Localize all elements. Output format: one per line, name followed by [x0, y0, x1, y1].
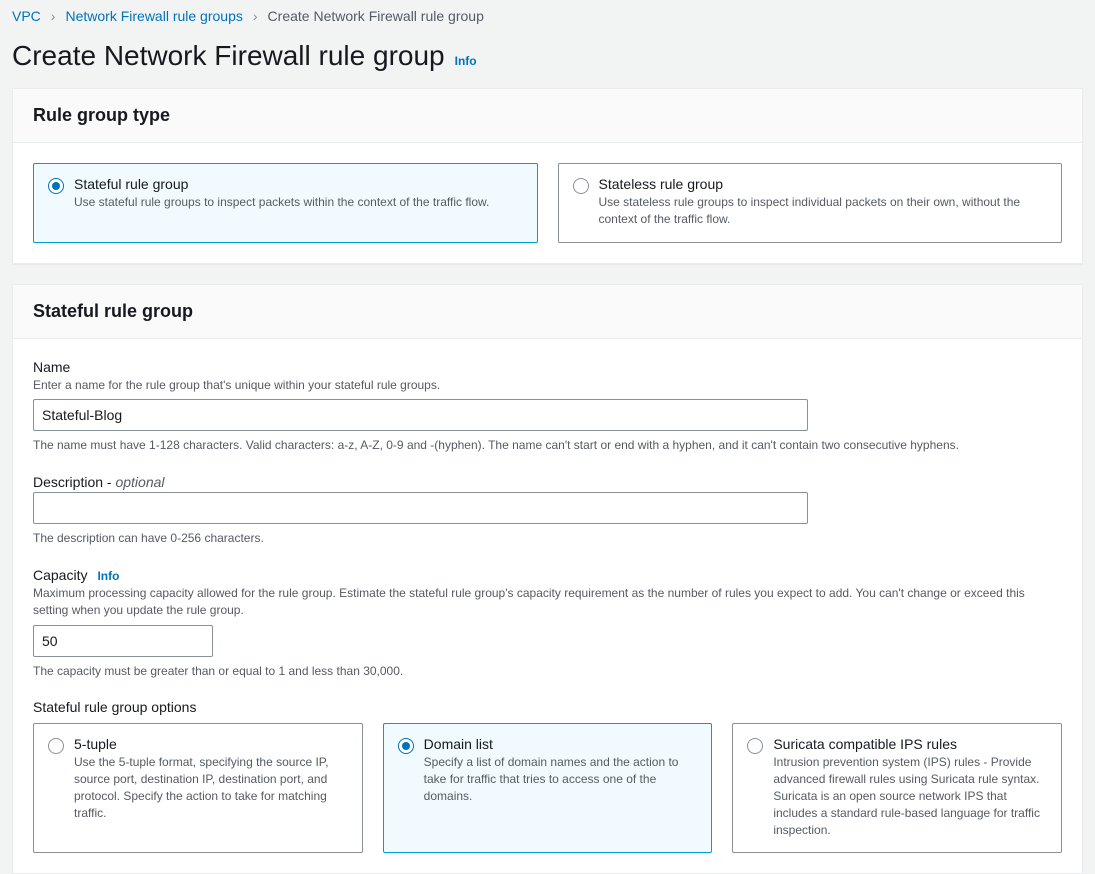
radio-stateful-rule-group[interactable]: Stateful rule group Use stateful rule gr…: [33, 163, 538, 243]
field-constraint: The description can have 0-256 character…: [33, 530, 1062, 547]
field-name: Name Enter a name for the rule group tha…: [33, 359, 1062, 455]
radio-title: Domain list: [424, 736, 698, 752]
field-label-text: Description -: [33, 474, 115, 490]
panel-stateful-rule-group: Stateful rule group Name Enter a name fo…: [12, 284, 1083, 874]
field-constraint: The name must have 1-128 characters. Val…: [33, 437, 1062, 454]
radio-title: Stateful rule group: [74, 176, 523, 192]
radio-description: Specify a list of domain names and the a…: [424, 754, 698, 804]
name-input[interactable]: [33, 399, 808, 431]
radio-description: Use stateful rule groups to inspect pack…: [74, 194, 523, 211]
radio-description: Use stateless rule groups to inspect ind…: [599, 194, 1048, 228]
field-label: Capacity: [33, 567, 87, 583]
radio-title: Stateless rule group: [599, 176, 1048, 192]
breadcrumb-rule-groups[interactable]: Network Firewall rule groups: [65, 8, 242, 24]
breadcrumb-current: Create Network Firewall rule group: [268, 8, 484, 24]
field-label: Description - optional: [33, 474, 1062, 490]
radio-stateless-rule-group[interactable]: Stateless rule group Use stateless rule …: [558, 163, 1063, 243]
breadcrumb: VPC › Network Firewall rule groups › Cre…: [12, 8, 1083, 24]
radio-icon: [573, 178, 589, 194]
radio-title: Suricata compatible IPS rules: [773, 736, 1047, 752]
radio-icon: [48, 178, 64, 194]
info-link-title[interactable]: Info: [455, 54, 477, 68]
radio-icon: [747, 738, 763, 754]
radio-suricata[interactable]: Suricata compatible IPS rules Intrusion …: [732, 723, 1062, 853]
panel-heading: Stateful rule group: [33, 301, 1062, 322]
field-help: Enter a name for the rule group that's u…: [33, 377, 1062, 394]
page-title: Create Network Firewall rule group Info: [12, 40, 1083, 72]
panel-rule-group-type: Rule group type Stateful rule group Use …: [12, 88, 1083, 264]
field-constraint: The capacity must be greater than or equ…: [33, 663, 1062, 680]
radio-icon: [48, 738, 64, 754]
capacity-input[interactable]: [33, 625, 213, 657]
stateful-options-tiles: 5-tuple Use the 5-tuple format, specifyi…: [33, 723, 1062, 853]
field-stateful-options: Stateful rule group options 5-tuple Use …: [33, 699, 1062, 853]
chevron-right-icon: ›: [51, 8, 56, 24]
radio-domain-list[interactable]: Domain list Specify a list of domain nam…: [383, 723, 713, 853]
page-title-text: Create Network Firewall rule group: [12, 40, 445, 72]
field-capacity: Capacity Info Maximum processing capacit…: [33, 567, 1062, 679]
panel-header: Stateful rule group: [13, 285, 1082, 339]
info-link-capacity[interactable]: Info: [97, 569, 119, 583]
radio-description: Intrusion prevention system (IPS) rules …: [773, 754, 1047, 838]
description-input[interactable]: [33, 492, 808, 524]
field-help: Maximum processing capacity allowed for …: [33, 585, 1062, 619]
radio-title: 5-tuple: [74, 736, 348, 752]
panel-header: Rule group type: [13, 89, 1082, 143]
radio-5-tuple[interactable]: 5-tuple Use the 5-tuple format, specifyi…: [33, 723, 363, 853]
panel-heading: Rule group type: [33, 105, 1062, 126]
optional-label: optional: [115, 474, 164, 490]
chevron-right-icon: ›: [253, 8, 258, 24]
breadcrumb-vpc[interactable]: VPC: [12, 8, 41, 24]
rule-group-type-options: Stateful rule group Use stateful rule gr…: [33, 163, 1062, 243]
radio-description: Use the 5-tuple format, specifying the s…: [74, 754, 348, 821]
field-label: Stateful rule group options: [33, 699, 1062, 715]
field-description: Description - optional The description c…: [33, 474, 1062, 547]
field-label: Name: [33, 359, 1062, 375]
radio-icon: [398, 738, 414, 754]
